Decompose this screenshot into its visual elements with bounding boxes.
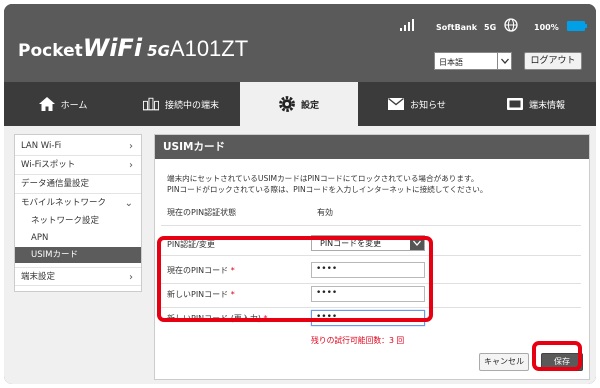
header: PocketWiFi 5GA101ZT SoftBank 5G 100% 日本語… (4, 4, 596, 82)
mail-icon (388, 98, 405, 110)
nav-home[interactable]: ホーム (4, 82, 122, 126)
pin-status-value: 有効 (317, 208, 333, 217)
nav-devices[interactable]: 接続中の端末 (122, 82, 240, 126)
device-info-icon (506, 98, 523, 110)
divider (161, 225, 581, 226)
sidebar-item-label: モバイルネットワーク (21, 198, 107, 208)
battery-icon (567, 21, 587, 31)
chevron-right-icon: › (129, 160, 133, 171)
sidebar-item-label: データ通信量設定 (21, 179, 90, 189)
sidebar-item-label: Wi-Fiスポット (21, 160, 76, 170)
page-title: USIMカード (155, 135, 589, 159)
sidebar-sub-usim-card[interactable]: USIMカード (15, 247, 141, 263)
logo: PocketWiFi 5GA101ZT (18, 34, 248, 62)
main-nav: ホーム 接続中の端末 設定 お知らせ 端末情報 (4, 82, 596, 126)
globe-icon (504, 18, 518, 32)
sidebar-item-label: LAN Wi-Fi (21, 141, 62, 151)
battery-percent: 100% (534, 23, 559, 32)
sidebar-item-label: APN (31, 233, 49, 243)
sidebar: LAN Wi-Fi › Wi-Fiスポット › データ通信量設定 モバイルネット… (14, 134, 142, 292)
sidebar-item-label: ネットワーク設定 (31, 216, 100, 226)
nav-device-info[interactable]: 端末情報 (476, 82, 596, 126)
nav-settings[interactable]: 設定 (240, 82, 358, 126)
logout-button[interactable]: ログアウト (524, 52, 582, 70)
gear-icon (279, 96, 295, 112)
sidebar-item-data-usage[interactable]: データ通信量設定 (15, 175, 141, 194)
save-button-highlight (532, 341, 582, 371)
sidebar-sub-apn[interactable]: APN (15, 230, 141, 246)
nav-devices-label: 接続中の端末 (164, 100, 219, 111)
logo-model: A101ZT (169, 36, 249, 61)
description-line-1: 端末内にセットされているUSIMカードはPINコードにてロックされている場合があ… (167, 174, 479, 183)
sidebar-item-lan-wifi[interactable]: LAN Wi-Fi › (15, 137, 141, 156)
description-line-2: PINコードがロックされている際は、PINコードを入力しインターネットに接続して… (167, 185, 488, 194)
pin-status-label: 現在のPIN認証状態 (167, 208, 237, 217)
chevron-right-icon: › (129, 272, 133, 283)
logo-5g: 5G (147, 42, 170, 60)
remaining-attempts: 残りの試行可能回数：3 回 (311, 336, 405, 345)
nav-home-label: ホーム (60, 100, 88, 111)
nav-notifications[interactable]: お知らせ (358, 82, 476, 126)
chevron-down-icon (497, 53, 511, 69)
pin-fields-highlight (157, 236, 433, 322)
description: 端末内にセットされているUSIMカードはPINコードにてロックされている場合があ… (167, 173, 487, 195)
logo-pocket: Pocket (18, 41, 83, 61)
sidebar-item-wifi-spot[interactable]: Wi-Fiスポット › (15, 156, 141, 175)
signal-icon (400, 19, 414, 31)
app-frame: PocketWiFi 5GA101ZT SoftBank 5G 100% 日本語… (4, 4, 596, 384)
chevron-right-icon: › (129, 141, 133, 152)
nav-settings-label: 設定 (300, 100, 319, 111)
sidebar-item-label: 端末設定 (21, 272, 56, 282)
nav-notifications-label: お知らせ (410, 100, 446, 111)
sidebar-item-device-settings[interactable]: 端末設定 › (15, 267, 141, 286)
home-icon (38, 97, 55, 111)
language-select[interactable]: 日本語 (434, 52, 512, 70)
devices-icon (142, 97, 159, 111)
language-value: 日本語 (439, 58, 463, 67)
cancel-button[interactable]: キャンセル (479, 353, 529, 371)
sidebar-item-mobile-network[interactable]: モバイルネットワーク ⌄ (15, 194, 141, 213)
sidebar-item-label: USIMカード (31, 250, 78, 260)
network-type: 5G (484, 23, 497, 32)
logo-wifi: WiFi (82, 34, 143, 62)
sidebar-sub-network-settings[interactable]: ネットワーク設定 (15, 213, 141, 229)
nav-device-info-label: 端末情報 (528, 100, 565, 111)
carrier-name: SoftBank (436, 23, 478, 32)
chevron-down-icon: ⌄ (124, 198, 133, 209)
